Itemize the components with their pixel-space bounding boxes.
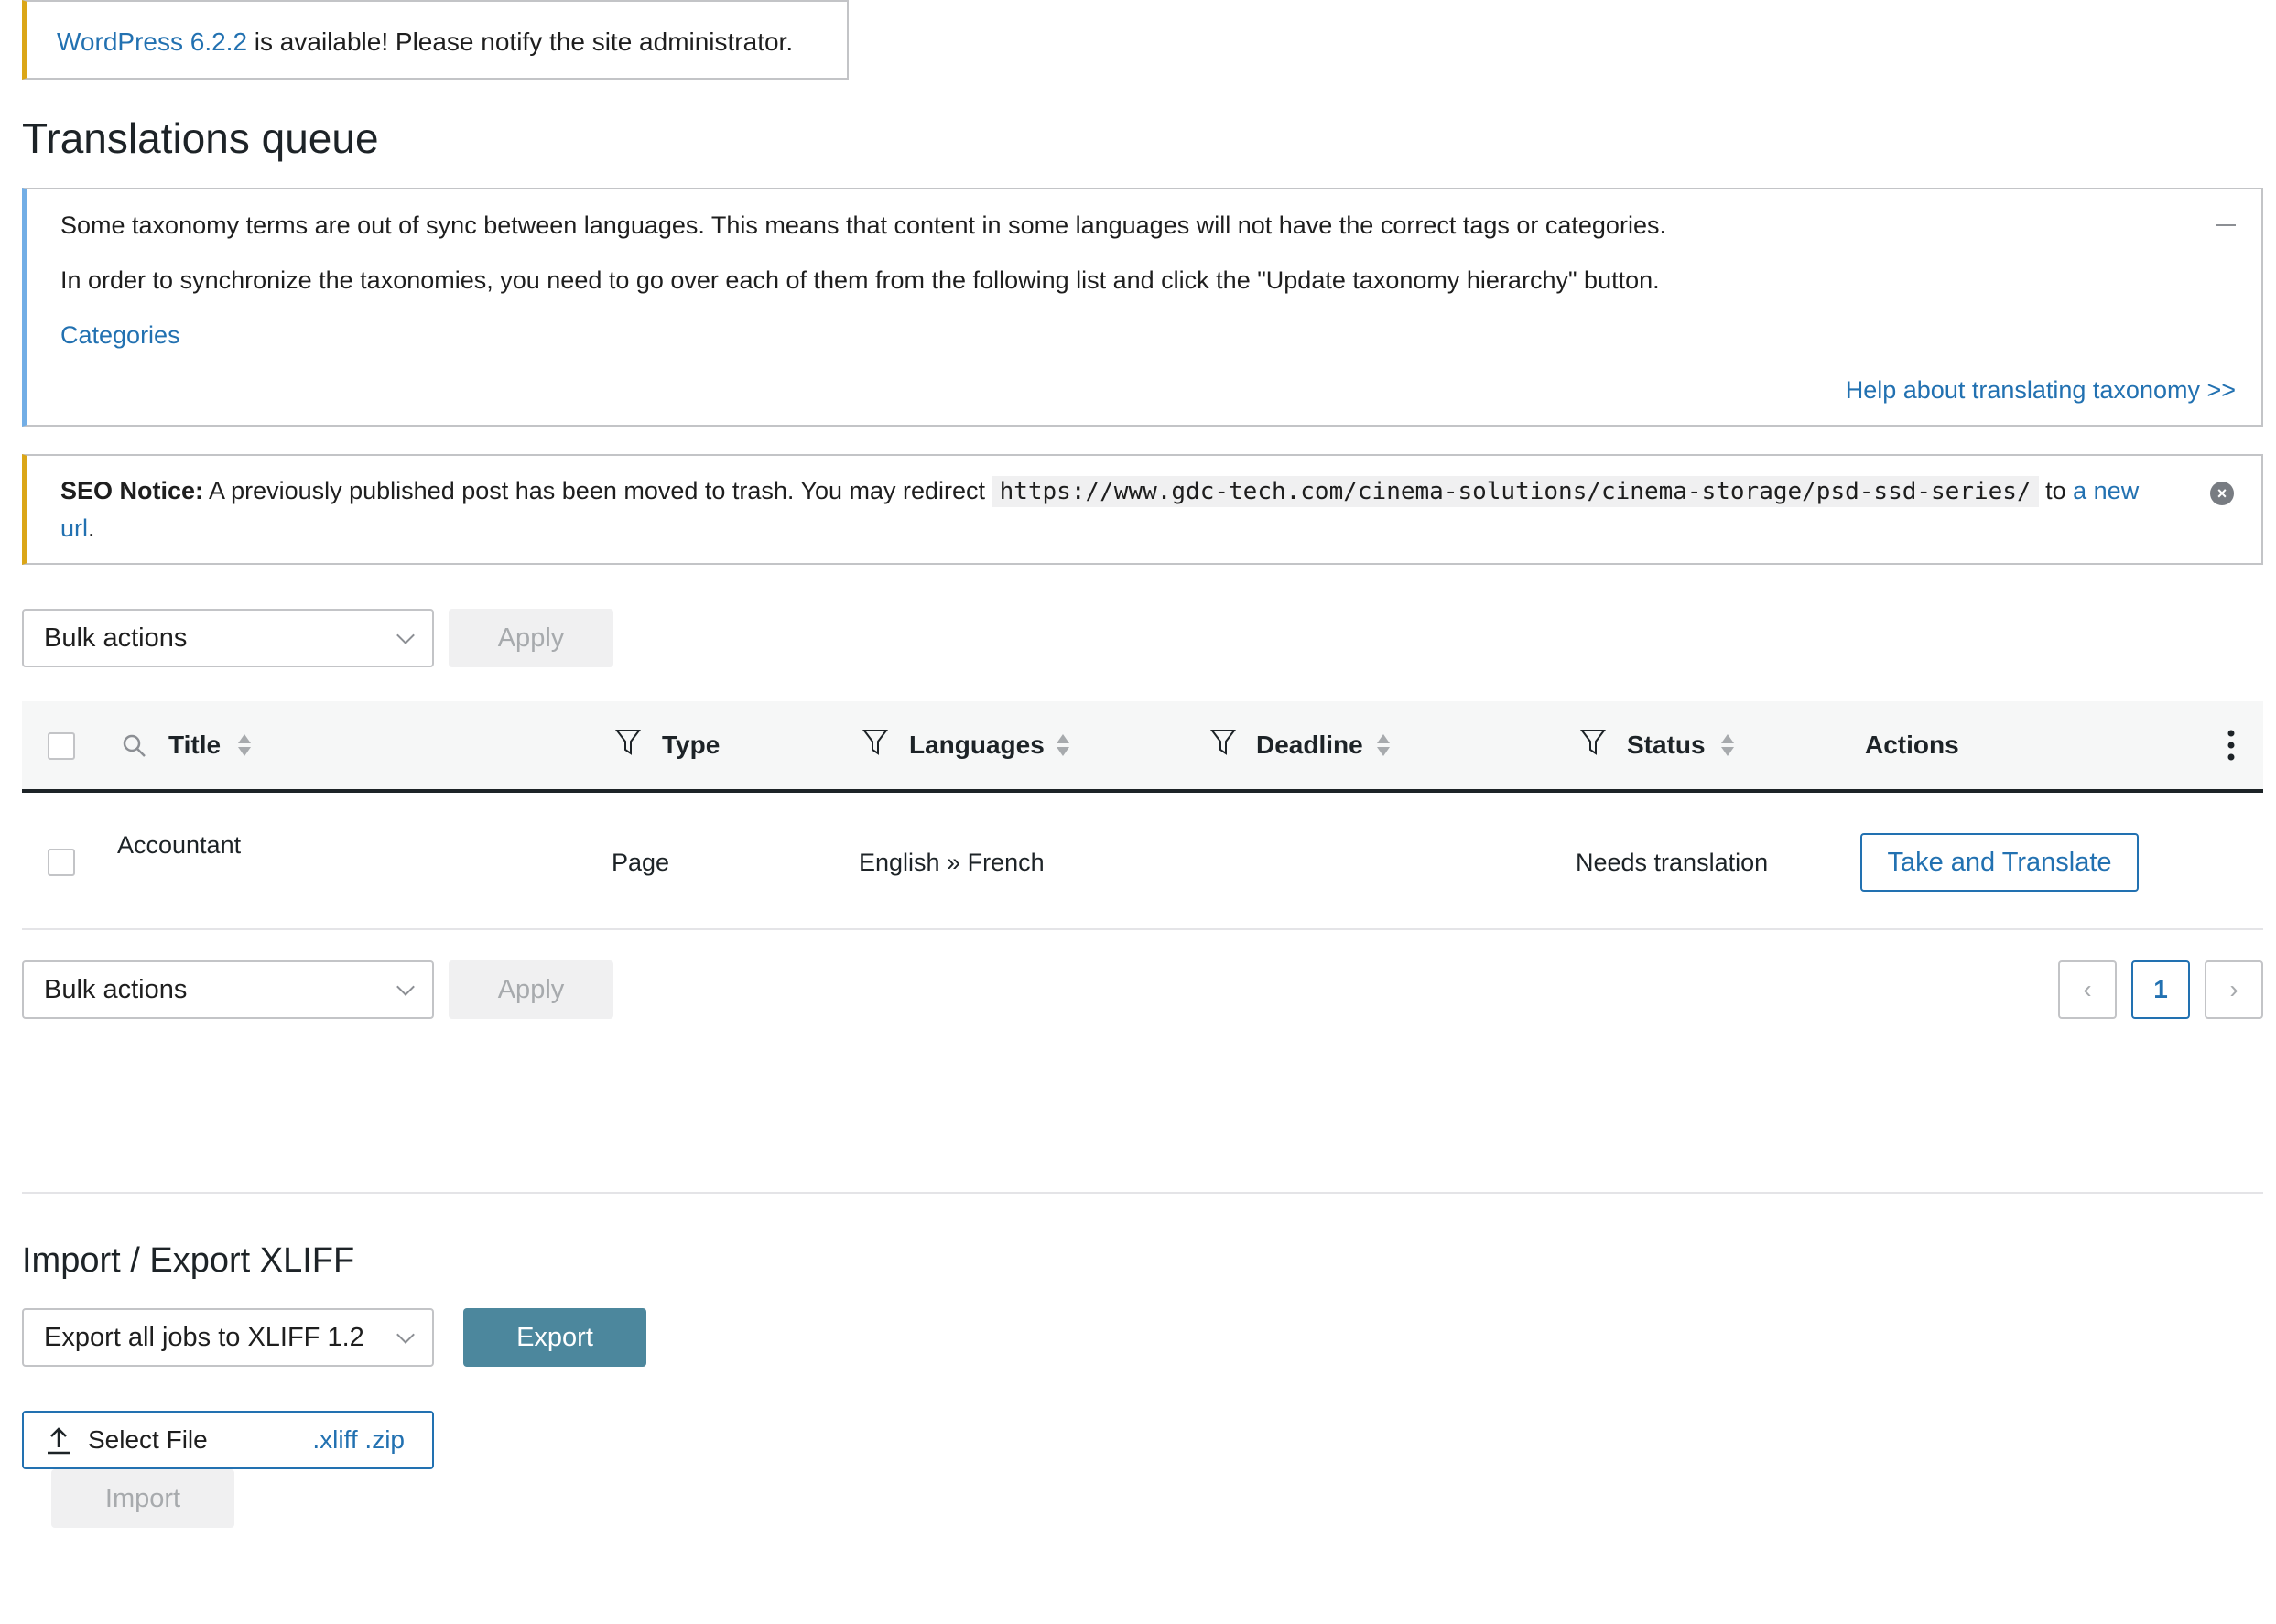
row-checkbox[interactable]: [48, 849, 75, 876]
sort-icon[interactable]: [238, 732, 251, 758]
chevron-down-icon: [396, 978, 415, 996]
taxonomy-sync-notice: Some taxonomy terms are out of sync betw…: [22, 188, 2263, 427]
column-type[interactable]: Type: [662, 701, 720, 789]
export-button[interactable]: Export: [463, 1308, 646, 1367]
import-export-title: Import / Export XLIFF: [22, 1241, 355, 1280]
filter-icon[interactable]: [862, 729, 888, 756]
export-format-label: Export all jobs to XLIFF 1.2: [44, 1323, 364, 1352]
select-file-input[interactable]: Select File .xliff .zip: [22, 1411, 434, 1469]
categories-link[interactable]: Categories: [60, 321, 180, 350]
bulk-actions-label: Bulk actions: [44, 975, 188, 1004]
bulk-actions-select-bottom[interactable]: Bulk actions: [22, 960, 434, 1019]
taxonomy-notice-line2: In order to synchronize the taxonomies, …: [60, 266, 1660, 294]
column-status[interactable]: Status: [1627, 701, 1706, 789]
column-actions: Actions: [1865, 731, 1959, 759]
select-file-label: Select File: [88, 1425, 208, 1454]
chevron-down-icon: [396, 1326, 415, 1344]
take-and-translate-button[interactable]: Take and Translate: [1860, 833, 2139, 892]
seo-notice: SEO Notice: A previously published post …: [22, 454, 2263, 565]
table-header: Title Type Languages Deadline Status Act…: [22, 701, 2263, 793]
seo-notice-to: to: [2038, 477, 2074, 504]
section-divider: [22, 1192, 2263, 1194]
next-page-button[interactable]: ›: [2205, 960, 2263, 1019]
update-notice: WordPress 6.2.2 is available! Please not…: [22, 0, 849, 80]
seo-notice-end: .: [88, 514, 95, 542]
job-status: Needs translation: [1576, 849, 1769, 876]
job-type: Page: [612, 849, 670, 876]
seo-notice-label: SEO Notice:: [60, 477, 204, 504]
sort-icon[interactable]: [1721, 732, 1734, 758]
more-options-icon[interactable]: [2227, 729, 2236, 762]
file-extensions: .xliff .zip: [312, 1425, 405, 1454]
search-icon[interactable]: [121, 732, 146, 760]
bulk-actions-label: Bulk actions: [44, 623, 188, 653]
redirect-url: https://www.gdc-tech.com/cinema-solution…: [992, 476, 2039, 507]
close-icon[interactable]: ×: [2210, 482, 2234, 505]
prev-page-button[interactable]: ‹: [2058, 960, 2117, 1019]
sort-icon[interactable]: [1377, 732, 1390, 758]
help-taxonomy-link[interactable]: Help about translating taxonomy >>: [1846, 376, 2236, 405]
apply-button-top[interactable]: Apply: [449, 609, 613, 667]
bulk-actions-select-top[interactable]: Bulk actions: [22, 609, 434, 667]
apply-button-bottom[interactable]: Apply: [449, 960, 613, 1019]
filter-icon[interactable]: [1210, 729, 1236, 756]
seo-notice-text: A previously published post has been mov…: [203, 477, 992, 504]
minimize-icon[interactable]: [2216, 224, 2236, 226]
filter-icon[interactable]: [615, 729, 641, 756]
chevron-down-icon: [396, 626, 415, 644]
sort-icon[interactable]: [1057, 732, 1069, 758]
upload-icon: [48, 1427, 70, 1455]
export-format-select[interactable]: Export all jobs to XLIFF 1.2: [22, 1308, 434, 1367]
current-page-button[interactable]: 1: [2131, 960, 2190, 1019]
wordpress-version-link[interactable]: WordPress 6.2.2: [57, 27, 247, 56]
update-notice-text: is available! Please notify the site adm…: [247, 27, 794, 56]
filter-icon[interactable]: [1580, 729, 1606, 756]
column-title[interactable]: Title: [168, 701, 221, 789]
page-title: Translations queue: [22, 114, 379, 162]
taxonomy-notice-line1: Some taxonomy terms are out of sync betw…: [60, 211, 1666, 239]
job-languages: English » French: [859, 849, 1045, 876]
import-button[interactable]: Import: [51, 1469, 234, 1528]
column-deadline[interactable]: Deadline: [1256, 701, 1363, 789]
column-languages[interactable]: Languages: [909, 701, 1045, 789]
select-all-checkbox[interactable]: [48, 732, 75, 760]
job-title[interactable]: Accountant: [117, 831, 241, 860]
